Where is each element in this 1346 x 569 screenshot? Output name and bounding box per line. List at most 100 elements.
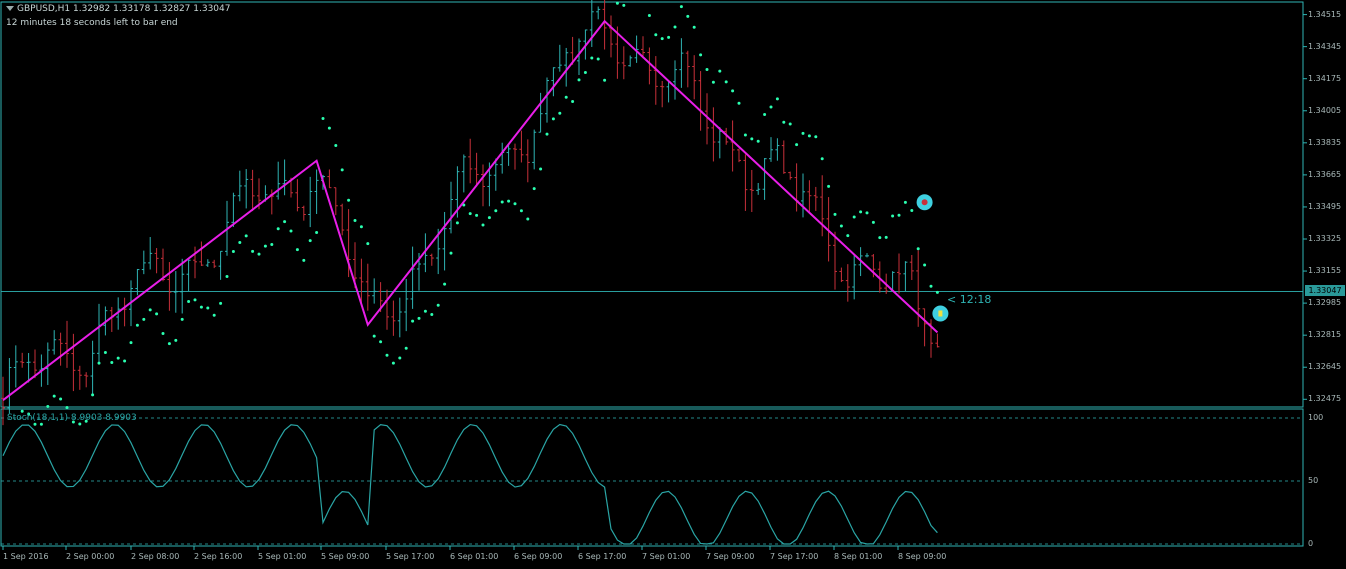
sar-dot: [33, 422, 37, 426]
sar-dot: [743, 133, 747, 137]
time-axis-label: 6 Sep 01:00: [450, 552, 499, 561]
sar-dot: [430, 313, 434, 317]
parabolic-sar: [20, 1, 939, 426]
sar-dot: [449, 251, 453, 255]
sar-dot: [468, 212, 472, 216]
sar-dot: [180, 317, 184, 321]
stoch-level-label: 100: [1308, 413, 1324, 422]
sar-dot: [238, 240, 242, 244]
sar-dot: [91, 393, 95, 397]
symbol-line: GBPUSD,H1 1.32982 1.33178 1.32827 1.3304…: [17, 4, 231, 14]
sar-dot: [270, 243, 274, 247]
sar-dot: [577, 78, 581, 82]
sar-dot: [340, 168, 344, 172]
sar-dot: [903, 200, 907, 204]
sar-dot: [699, 53, 703, 57]
sar-dot: [686, 14, 690, 18]
sar-dot: [705, 68, 709, 72]
sar-dot: [142, 317, 146, 321]
sar-dot: [327, 126, 331, 130]
sar-dot: [276, 227, 280, 231]
sar-dot: [673, 25, 677, 29]
sar-dot: [654, 33, 658, 37]
sar-dot: [167, 342, 171, 346]
sar-dot: [737, 101, 741, 105]
dropdown-triangle-icon[interactable]: [6, 6, 14, 11]
main-pane-border: [0, 1, 1304, 408]
sar-dot: [807, 134, 811, 138]
sar-dot: [750, 137, 754, 141]
sar-dot: [347, 198, 351, 202]
signal-markers: [916, 194, 949, 322]
sar-dot: [257, 252, 261, 256]
sar-dot: [123, 359, 127, 363]
price-tick-label: 1.33325: [1308, 234, 1342, 243]
sar-dot: [52, 394, 56, 398]
sar-dot: [679, 5, 683, 9]
time-axis-label: 5 Sep 01:00: [258, 552, 307, 561]
sar-dot: [891, 214, 895, 218]
price-tick-label: 1.33495: [1308, 201, 1342, 211]
sar-dot: [206, 306, 210, 310]
sar-dot: [775, 97, 779, 101]
sar-dot: [897, 213, 901, 217]
sar-dot: [622, 3, 626, 7]
sar-dot: [910, 209, 914, 213]
sar-dot: [667, 35, 671, 39]
sar-dot: [590, 56, 594, 60]
time-axis-label: 2 Sep 08:00: [131, 552, 180, 561]
sar-dot: [833, 212, 837, 216]
sar-dot: [148, 308, 152, 312]
sar-dot: [417, 316, 421, 320]
sar-dot: [193, 298, 197, 302]
sar-dot: [199, 305, 203, 309]
sar-dot: [161, 331, 165, 335]
sar-dot: [97, 361, 101, 365]
sar-dot: [769, 105, 773, 109]
sar-dot: [519, 209, 523, 213]
sar-dot: [411, 319, 415, 323]
buy-signal-dot: [938, 310, 943, 317]
sar-dot: [135, 323, 139, 327]
sar-dot: [711, 80, 715, 84]
sar-dot: [839, 224, 843, 228]
current-price-label: 1.33047: [1305, 285, 1345, 297]
sar-dot: [321, 117, 325, 121]
sar-dot: [423, 309, 427, 313]
zigzag-line: [2, 19, 939, 402]
sar-dot: [46, 405, 50, 409]
sar-dot: [59, 397, 63, 401]
sar-dot: [219, 301, 223, 305]
sar-dot: [289, 229, 293, 233]
sar-dot: [39, 422, 43, 426]
sar-dot: [647, 14, 651, 18]
price-tick-label: 1.32985: [1308, 298, 1342, 308]
time-axis-label: 1 Sep 2016: [3, 552, 49, 561]
sar-dot: [507, 199, 511, 203]
sar-dot: [500, 200, 504, 204]
sar-dot: [379, 340, 383, 344]
sar-dot: [263, 244, 267, 248]
sar-dot: [571, 100, 575, 104]
sar-dot: [391, 361, 395, 365]
sar-dot: [820, 157, 824, 161]
sar-dot: [551, 117, 555, 121]
sar-dot: [731, 89, 735, 93]
sar-dot: [935, 290, 939, 294]
chart-frame: [0, 1, 1307, 550]
chart-canvas[interactable]: [0, 0, 1346, 569]
time-axis-label: 2 Sep 00:00: [66, 552, 115, 561]
sar-dot: [718, 69, 722, 73]
sar-dot: [795, 143, 799, 147]
time-axis-label: 2 Sep 16:00: [194, 552, 243, 561]
sar-dot: [225, 275, 229, 279]
time-axis-label: 7 Sep 17:00: [770, 552, 819, 561]
sar-dot: [436, 303, 440, 307]
sar-dot: [443, 282, 447, 286]
sar-dot: [603, 78, 607, 82]
price-tick-label: 1.34345: [1308, 41, 1342, 51]
sar-dot: [526, 217, 530, 221]
sar-dot: [187, 300, 191, 304]
price-tick-label: 1.32645: [1308, 362, 1342, 372]
sar-dot: [404, 346, 408, 350]
